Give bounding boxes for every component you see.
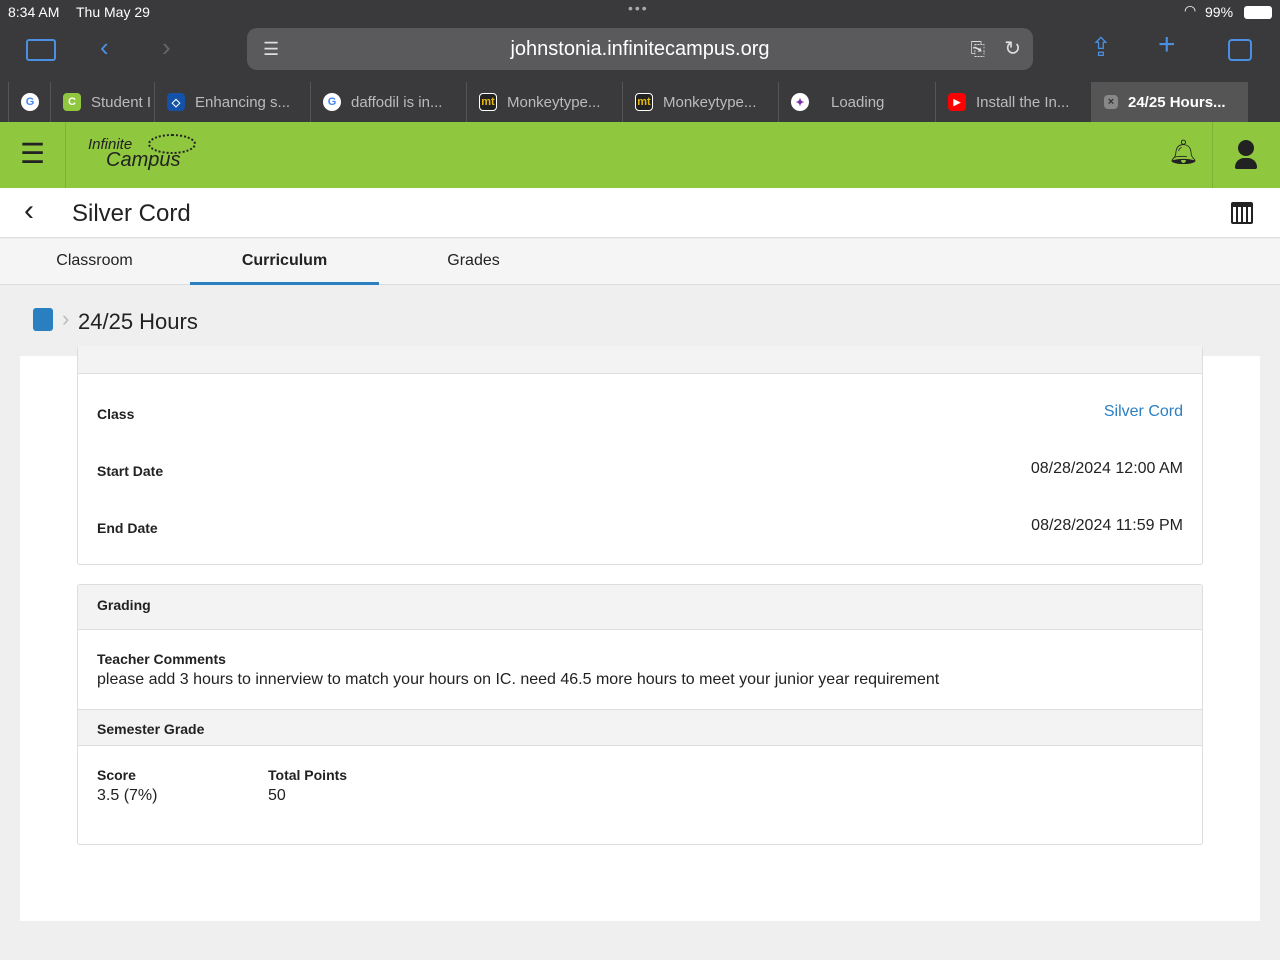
back-arrow-icon[interactable]: ‹: [24, 194, 34, 228]
total-points-label: Total Points: [268, 767, 348, 783]
logo-swoosh-icon: [148, 134, 196, 154]
start-date-label: Start Date: [97, 463, 164, 479]
tab-favicon: ▶: [948, 93, 966, 111]
browser-tab[interactable]: C Student I: [50, 82, 154, 122]
page-title: Silver Cord: [72, 200, 191, 227]
breadcrumb-chevron-icon: ›: [62, 306, 70, 331]
browser-tab[interactable]: ◇ Enhancing s...: [154, 82, 310, 122]
tab-label: Install the In...: [976, 93, 1070, 111]
browser-toolbar: ‹ › ☰ johnstonia.infinitecampus.org ⎘ ↻ …: [0, 22, 1280, 82]
multitask-dots-icon[interactable]: •••: [628, 0, 649, 16]
page-header: ‹ Silver Cord: [0, 188, 1280, 238]
calendar-icon[interactable]: [1231, 202, 1253, 224]
menu-icon[interactable]: ☰: [0, 122, 66, 188]
close-tab-icon[interactable]: ×: [1104, 95, 1118, 109]
wifi-icon: ◠: [1184, 2, 1197, 18]
tab-favicon: mt: [479, 93, 497, 111]
class-link[interactable]: Silver Cord: [1104, 403, 1183, 421]
browser-tab[interactable]: mt Monkeytype...: [622, 82, 778, 122]
url-text: johnstonia.infinitecampus.org: [510, 38, 770, 60]
score-label: Score: [97, 767, 136, 783]
grading-header: Grading: [78, 585, 1202, 630]
tab-classroom[interactable]: Classroom: [0, 239, 189, 285]
assignment-card: Class Silver Cord Start Date 08/28/2024 …: [20, 346, 1260, 921]
grading-title: Grading: [97, 597, 151, 613]
tab-curriculum[interactable]: Curriculum: [190, 239, 379, 285]
tabs-overview-icon[interactable]: [1228, 39, 1252, 61]
teacher-comments: please add 3 hours to innerview to match…: [97, 671, 940, 688]
section-header-cut: [78, 346, 1202, 374]
tab-favicon: C: [63, 93, 81, 111]
tab-label: Enhancing s...: [195, 93, 291, 111]
app-header: ☰ Infinite Campus 🔔︎: [0, 122, 1280, 188]
start-date-value: 08/28/2024 12:00 AM: [1030, 460, 1183, 477]
browser-tab[interactable]: ✦ Loading: [778, 82, 935, 122]
teacher-comments-label: Teacher Comments: [97, 651, 226, 667]
new-tab-icon[interactable]: +: [1158, 28, 1176, 62]
tab-google[interactable]: G: [8, 82, 50, 122]
details-section: Class Silver Cord Start Date 08/28/2024 …: [77, 346, 1203, 565]
share-icon[interactable]: ⇪: [1090, 32, 1112, 63]
class-label: Class: [97, 406, 135, 422]
account-button[interactable]: [1212, 122, 1280, 188]
browser-tab[interactable]: ▶ Install the In...: [935, 82, 1091, 122]
battery-percent: 99%: [1205, 4, 1234, 20]
user-icon: [1238, 140, 1254, 156]
tab-grades[interactable]: Grades: [379, 239, 568, 285]
bell-icon[interactable]: 🔔︎: [1168, 138, 1198, 167]
user-icon-body: [1235, 158, 1257, 169]
google-icon: G: [21, 93, 39, 111]
semester-grade-title: Semester Grade: [97, 721, 205, 737]
tab-favicon: ◇: [167, 93, 185, 111]
time: 8:34 AM: [8, 4, 60, 20]
book-icon: [33, 308, 53, 331]
reader-icon[interactable]: ☰: [263, 28, 279, 70]
tab-favicon: ✦: [791, 93, 809, 111]
total-points-value: 50: [268, 787, 286, 804]
breadcrumb: 24/25 Hours: [78, 309, 198, 334]
course-tabs: Classroom Curriculum Grades: [0, 239, 1280, 285]
browser-tab-active[interactable]: × 24/25 Hours...: [1091, 82, 1248, 122]
end-date-label: End Date: [97, 520, 158, 536]
tab-label: Monkeytype...: [663, 93, 757, 111]
sidebar-icon[interactable]: [26, 39, 56, 61]
tab-favicon: G: [323, 93, 341, 111]
address-bar[interactable]: ☰ johnstonia.infinitecampus.org ⎘ ↻: [247, 28, 1033, 70]
tab-label: 24/25 Hours...: [1128, 93, 1226, 111]
forward-icon[interactable]: ›: [162, 32, 171, 63]
browser-tab[interactable]: mt Monkeytype...: [466, 82, 622, 122]
grading-section: Grading Teacher Comments please add 3 ho…: [77, 584, 1203, 845]
tab-label: Loading: [831, 93, 885, 111]
battery-icon: [1244, 6, 1272, 19]
end-date-value: 08/28/2024 11:59 PM: [1031, 517, 1183, 534]
browser-tab[interactable]: Gdaffodil is in...: [310, 82, 466, 122]
tab-label: Monkeytype...: [507, 93, 601, 111]
tab-label: daffodil is in...: [351, 93, 443, 111]
infinite-campus-logo[interactable]: Infinite Campus: [88, 134, 196, 172]
extension-icon[interactable]: ⎘: [971, 28, 985, 70]
back-icon[interactable]: ‹: [100, 32, 109, 63]
tab-label: Student I: [91, 93, 152, 111]
tab-favicon: mt: [635, 93, 653, 111]
reload-icon[interactable]: ↻: [1004, 28, 1021, 70]
semester-grade-header: Semester Grade: [78, 709, 1202, 746]
browser-tabs: G C Student I ◇ Enhancing s... Gdaffodil i…: [0, 82, 1280, 122]
date: Thu May 29: [76, 4, 150, 20]
score-value: 3.5 (7%): [97, 787, 158, 804]
